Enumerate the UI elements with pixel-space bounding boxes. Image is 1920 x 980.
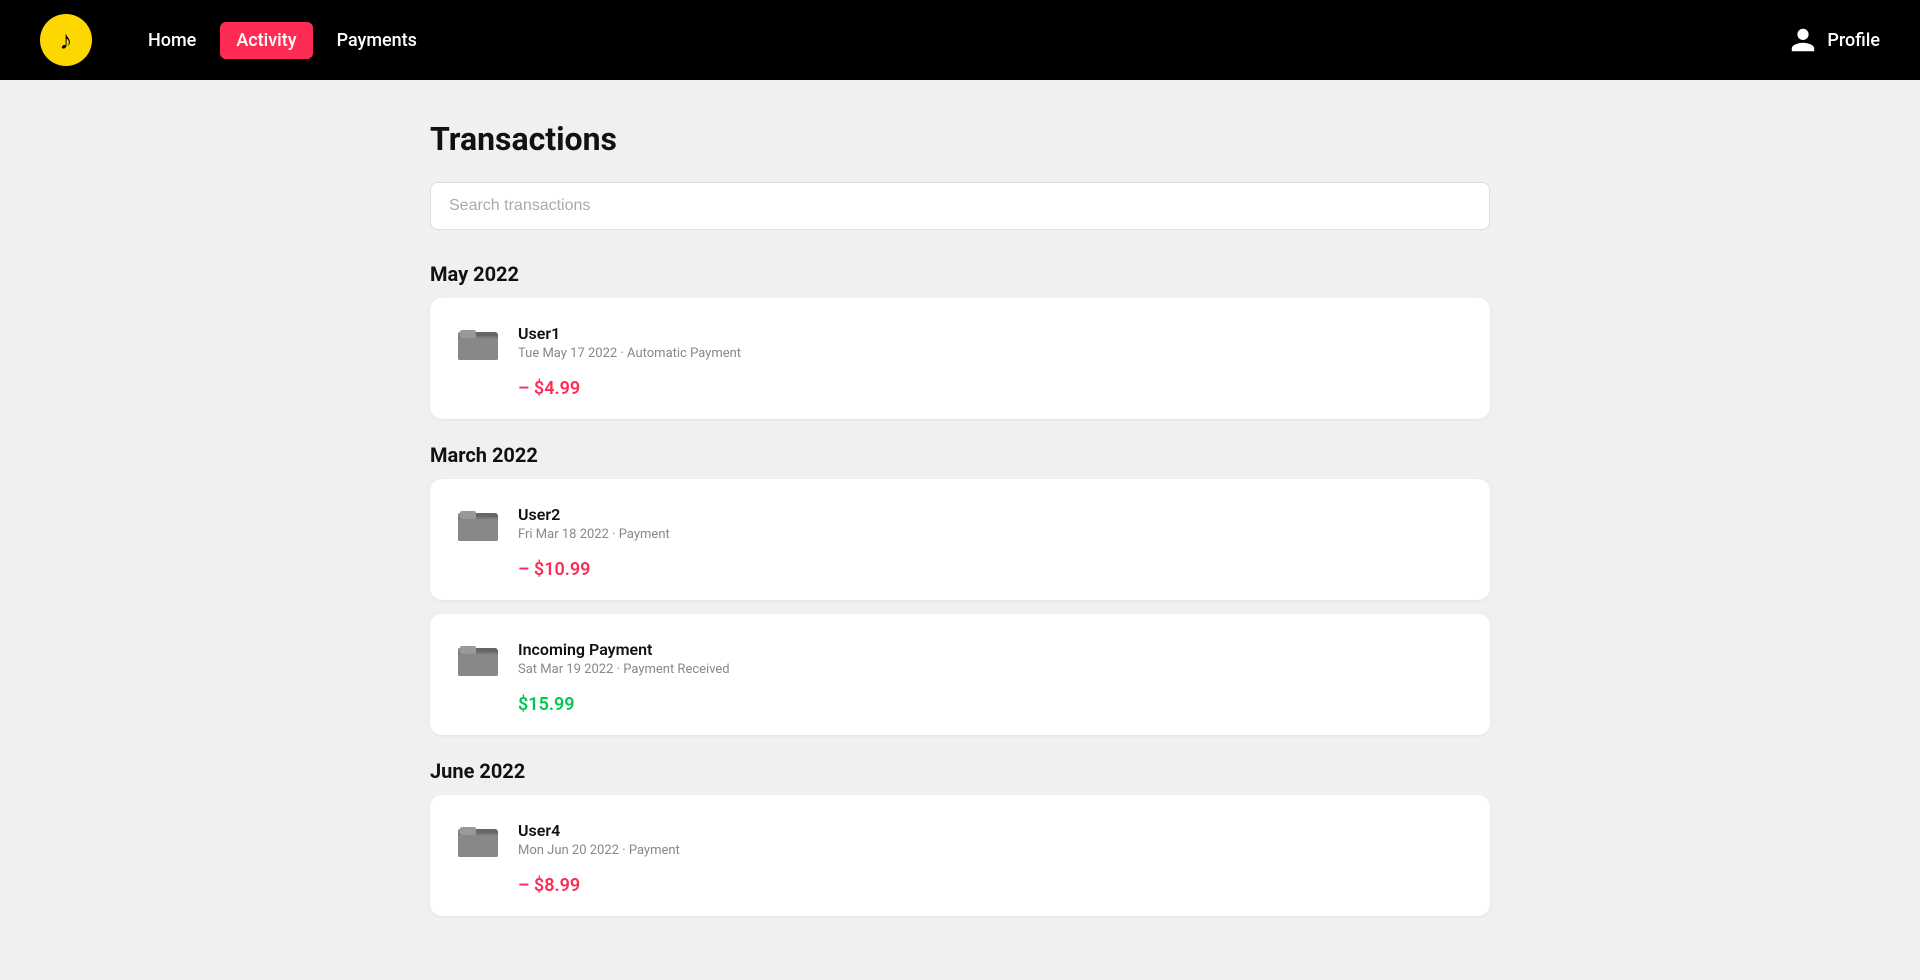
- transaction-card[interactable]: User1 Tue May 17 2022 · Automatic Payment…: [430, 298, 1490, 419]
- transaction-info: User4 Mon Jun 20 2022 · Payment: [518, 821, 1466, 858]
- transaction-name: Incoming Payment: [518, 640, 1466, 659]
- transaction-info: User2 Fri Mar 18 2022 · Payment: [518, 505, 1466, 542]
- transaction-card[interactable]: Incoming Payment Sat Mar 19 2022 · Paymen…: [430, 614, 1490, 735]
- section-month-label: May 2022: [430, 262, 1490, 286]
- transaction-section: March 2022 User2 Fri Mar 18 2022 · Paymen…: [430, 443, 1490, 735]
- search-input[interactable]: [430, 182, 1490, 230]
- transaction-avatar-icon: [454, 634, 502, 682]
- transaction-info: User1 Tue May 17 2022 · Automatic Payment: [518, 324, 1466, 361]
- transaction-section: June 2022 User4 Mon Jun 20 2022 · Payment…: [430, 759, 1490, 916]
- profile-label: Profile: [1827, 30, 1880, 51]
- transaction-name: User1: [518, 324, 1466, 343]
- nav-activity[interactable]: Activity: [220, 22, 312, 59]
- transaction-top-row: User4 Mon Jun 20 2022 · Payment: [454, 815, 1466, 863]
- transaction-amount: – $10.99: [454, 559, 1466, 580]
- transaction-avatar-icon: [454, 815, 502, 863]
- transaction-name: User4: [518, 821, 1466, 840]
- folder-icon: [454, 499, 502, 547]
- transaction-top-row: Incoming Payment Sat Mar 19 2022 · Paymen…: [454, 634, 1466, 682]
- transaction-amount: $15.99: [454, 694, 1466, 715]
- nav-links: Home Activity Payments: [132, 22, 1749, 59]
- transaction-avatar-icon: [454, 318, 502, 366]
- transaction-section: May 2022 User1 Tue May 17 2022 · Automati…: [430, 262, 1490, 419]
- transaction-amount: – $4.99: [454, 378, 1466, 399]
- section-month-label: June 2022: [430, 759, 1490, 783]
- folder-icon: [454, 634, 502, 682]
- transaction-meta: Sat Mar 19 2022 · Payment Received: [518, 662, 1466, 677]
- transaction-card[interactable]: User4 Mon Jun 20 2022 · Payment – $8.99: [430, 795, 1490, 916]
- page-title: Transactions: [430, 120, 1490, 158]
- transaction-meta: Mon Jun 20 2022 · Payment: [518, 843, 1466, 858]
- folder-icon: [454, 815, 502, 863]
- transaction-top-row: User1 Tue May 17 2022 · Automatic Payment: [454, 318, 1466, 366]
- transaction-info: Incoming Payment Sat Mar 19 2022 · Paymen…: [518, 640, 1466, 677]
- transaction-meta: Tue May 17 2022 · Automatic Payment: [518, 346, 1466, 361]
- transaction-card[interactable]: User2 Fri Mar 18 2022 · Payment – $10.99: [430, 479, 1490, 600]
- transaction-meta: Fri Mar 18 2022 · Payment: [518, 527, 1466, 542]
- logo-button[interactable]: ♪: [40, 14, 92, 66]
- section-month-label: March 2022: [430, 443, 1490, 467]
- sections-container: May 2022 User1 Tue May 17 2022 · Automati…: [430, 262, 1490, 916]
- transaction-top-row: User2 Fri Mar 18 2022 · Payment: [454, 499, 1466, 547]
- transaction-avatar-icon: [454, 499, 502, 547]
- nav-payments[interactable]: Payments: [321, 22, 433, 59]
- main-content: Transactions May 2022 User1 Tue May 17 20…: [410, 80, 1510, 980]
- folder-icon: [454, 318, 502, 366]
- transaction-name: User2: [518, 505, 1466, 524]
- profile-icon: [1789, 26, 1817, 54]
- tiktok-icon: ♪: [60, 25, 73, 56]
- navbar: ♪ Home Activity Payments Profile: [0, 0, 1920, 80]
- transaction-amount: – $8.99: [454, 875, 1466, 896]
- nav-home[interactable]: Home: [132, 22, 212, 59]
- profile-link[interactable]: Profile: [1789, 26, 1880, 54]
